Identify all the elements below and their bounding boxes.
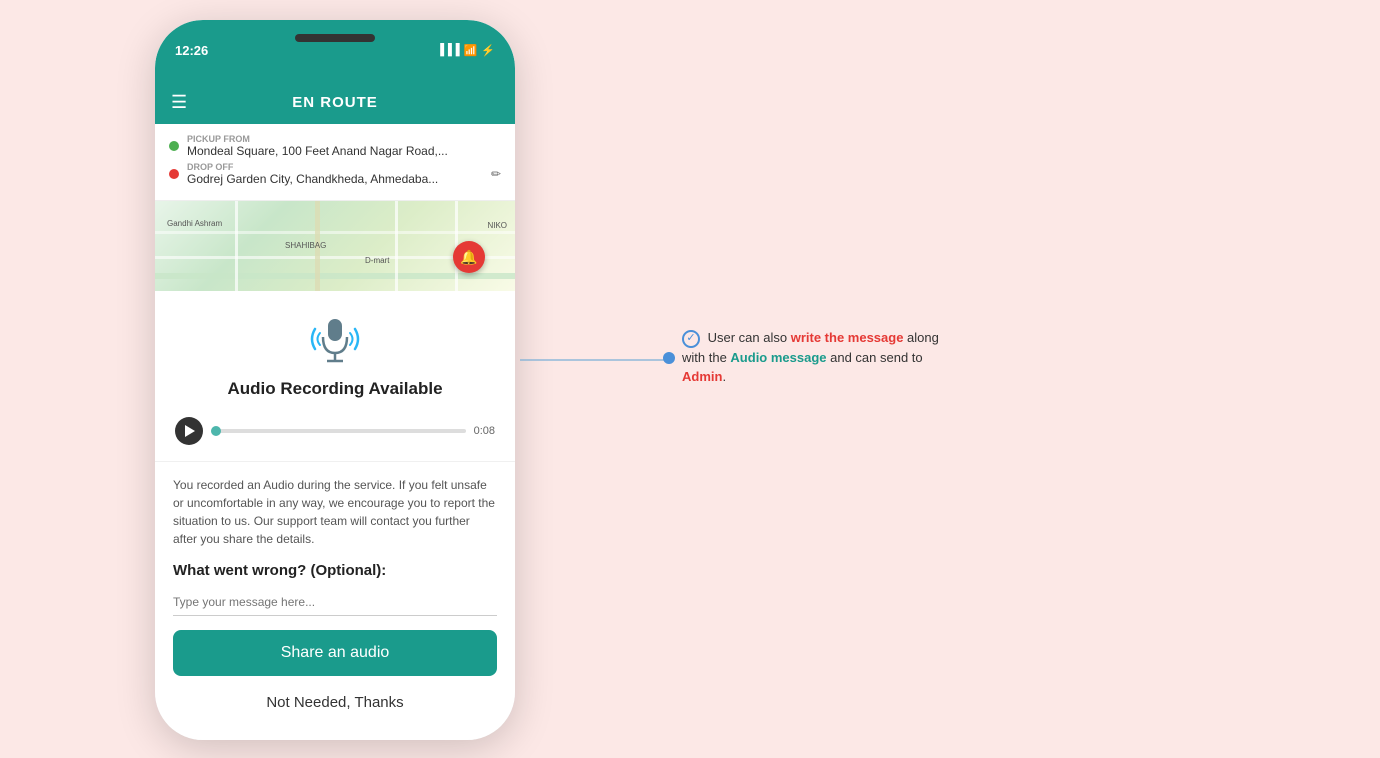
audio-recording-section: Audio Recording Available 0:08 xyxy=(155,291,515,462)
annotation-text: ✓ User can also write the message along … xyxy=(682,328,962,387)
body-section: You recorded an Audio during the service… xyxy=(155,462,515,739)
not-needed-button[interactable]: Not Needed, Thanks xyxy=(173,686,497,725)
highlight-admin: Admin xyxy=(682,369,722,384)
mic-icon xyxy=(305,309,365,369)
signal-icon: ▐▐▐ xyxy=(436,44,459,56)
map-label-3: D-mart xyxy=(365,256,389,265)
pickup-address: Mondeal Square, 100 Feet Anand Nagar Roa… xyxy=(187,144,448,158)
app-header: ☰ EN ROUTE xyxy=(155,80,515,124)
progress-dot xyxy=(211,426,221,436)
annotation-text-box: ✓ User can also write the message along … xyxy=(682,328,962,387)
wifi-icon: 📶 xyxy=(464,44,478,57)
play-button[interactable] xyxy=(175,417,203,445)
dropoff-row: DROP OFF Godrej Garden City, Chandkheda,… xyxy=(169,162,501,186)
audio-time: 0:08 xyxy=(474,425,495,437)
pickup-info: PICKUP FROM Mondeal Square, 100 Feet Ana… xyxy=(187,134,448,158)
map-pin: 🔔 xyxy=(453,241,485,273)
map-label-1: Gandhi Ashram xyxy=(167,219,222,228)
map-label-4: NIKO xyxy=(487,221,507,230)
app-title: EN ROUTE xyxy=(292,94,378,111)
highlight-write: write the message xyxy=(791,330,904,345)
audio-recording-title: Audio Recording Available xyxy=(227,379,442,399)
annotation-end: . xyxy=(722,369,726,384)
share-audio-button[interactable]: Share an audio xyxy=(173,630,497,676)
home-indicator xyxy=(155,739,515,740)
phone-mockup: 12:26 ▐▐▐ 📶 ⚡ ☰ EN ROUTE PICKUP FROM Mon… xyxy=(155,20,515,740)
annotation-dot xyxy=(663,352,675,364)
status-icons: ▐▐▐ 📶 ⚡ xyxy=(436,44,495,57)
pickup-row: PICKUP FROM Mondeal Square, 100 Feet Ana… xyxy=(169,134,501,158)
map-view: Gandhi Ashram SHAHIBAG D-mart NIKO 🔔 xyxy=(155,201,515,291)
check-icon: ✓ xyxy=(682,330,700,348)
play-triangle-icon xyxy=(185,425,195,437)
dropoff-label: DROP OFF xyxy=(187,162,438,172)
time-display: 12:26 xyxy=(175,43,208,58)
notch xyxy=(295,34,375,42)
what-wrong-title: What went wrong? (Optional): xyxy=(173,562,497,579)
bell-icon: 🔔 xyxy=(460,249,477,266)
dropoff-info: DROP OFF Godrej Garden City, Chandkheda,… xyxy=(187,162,438,186)
status-bar: 12:26 ▐▐▐ 📶 ⚡ xyxy=(155,20,515,80)
message-input[interactable] xyxy=(173,589,497,616)
map-label-2: SHAHIBAG xyxy=(285,241,326,250)
hamburger-icon[interactable]: ☰ xyxy=(171,92,187,113)
highlight-audio: Audio message xyxy=(730,350,826,365)
pickup-dot xyxy=(169,141,179,151)
route-card: PICKUP FROM Mondeal Square, 100 Feet Ana… xyxy=(155,124,515,201)
content-area: Audio Recording Available 0:08 You recor… xyxy=(155,291,515,739)
dropoff-address: Godrej Garden City, Chandkheda, Ahmedaba… xyxy=(187,172,438,186)
pickup-label: PICKUP FROM xyxy=(187,134,448,144)
audio-progress-bar[interactable] xyxy=(211,429,466,433)
audio-player[interactable]: 0:08 xyxy=(175,411,495,451)
body-description: You recorded an Audio during the service… xyxy=(173,476,497,548)
mic-icon-wrapper xyxy=(305,309,365,369)
annotation-line-svg xyxy=(520,340,680,380)
battery-icon: ⚡ xyxy=(481,44,495,57)
dropoff-dot xyxy=(169,169,179,179)
annotation-prefix: User can also xyxy=(708,330,791,345)
annotation-after: and can send to xyxy=(827,350,923,365)
edit-icon[interactable]: ✏ xyxy=(491,167,501,181)
